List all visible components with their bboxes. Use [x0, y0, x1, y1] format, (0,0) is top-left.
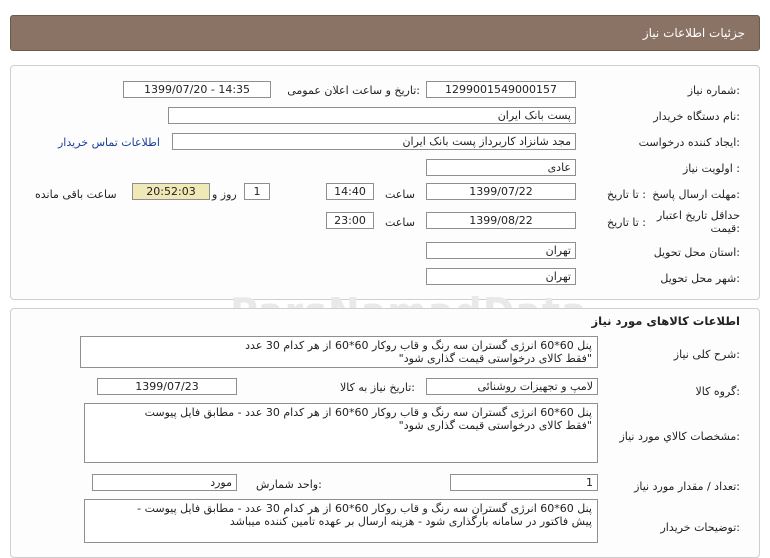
buyer-org-label: نام دستگاه خریدار:: [653, 110, 740, 123]
unit-label: واحد شمارش:: [256, 478, 322, 491]
need-info-panel: [10, 65, 760, 300]
creator-label: ایجاد کننده درخواست:: [638, 136, 740, 149]
deadline-date-field: 1399/07/22: [426, 183, 576, 200]
quantity-field: 1: [450, 474, 598, 491]
summary-line-2: "فقط کالای درخواستی قیمت گذاری شود": [398, 352, 592, 365]
spec-line-2: "فقط کالای درخواستی قیمت گذاری شود": [398, 419, 592, 432]
buyer-notes-label: توضیحات خریدار:: [660, 521, 741, 534]
page-title: جزئیات اطلاعات نیاز: [642, 26, 745, 40]
city-label: شهر محل تحویل:: [660, 272, 740, 285]
city-field: تهران: [426, 268, 576, 285]
days-field: 1: [244, 183, 270, 200]
spec-textarea: پنل 60*60 انرژی گستران سه رنگ و قاب روکا…: [84, 403, 598, 463]
remaining-label: ساعت باقی مانده: [35, 188, 117, 201]
need-number-label: شماره نیاز:: [687, 84, 740, 97]
buyer-org-field: پست بانک ایران: [168, 107, 576, 124]
summary-line-1: پنل 60*60 انرژی گستران سه رنگ و قاب روکا…: [245, 339, 592, 352]
notes-line-2: پیش فاکتور در سامانه بارگذاری شود - هزین…: [229, 515, 592, 528]
spec-line-1: پنل 60*60 انرژی گستران سه رنگ و قاب روکا…: [144, 406, 592, 419]
days-label: روز و: [212, 188, 237, 201]
creator-field: مجد شانزاد کاربرداز پست بانک ایران: [172, 133, 576, 150]
need-date-field: 1399/07/23: [97, 378, 237, 395]
announce-date-label: تاریخ و ساعت اعلان عمومی:: [287, 84, 420, 97]
priority-field: عادی: [426, 159, 576, 176]
unit-field: مورد: [92, 474, 237, 491]
province-field: تهران: [426, 242, 576, 259]
price-valid-until-label: تا تاریخ :: [607, 216, 646, 229]
deadline-label: مهلت ارسال پاسخ:: [652, 188, 740, 201]
price-valid-date-field: 1399/08/22: [426, 212, 576, 229]
goods-group-label: گروه کالا:: [695, 385, 740, 398]
province-label: استان محل تحویل:: [653, 246, 740, 259]
quantity-label: تعداد / مقدار مورد نیاز:: [634, 480, 740, 493]
need-number-field: 1299001549000157: [426, 81, 576, 98]
price-valid-label: حداقل تاریخ اعتبار قیمت:: [656, 209, 740, 235]
announce-date-field: 1399/07/20 - 14:35: [123, 81, 271, 98]
buyer-notes-textarea: پنل 60*60 انرژی گستران سه رنگ و قاب روکا…: [84, 499, 598, 543]
goods-section-title: اطلاعات کالاهای مورد نیاز: [591, 314, 740, 328]
deadline-time-label: ساعت: [385, 188, 415, 201]
need-date-label: تاریخ نیاز به کالا:: [340, 381, 415, 394]
remaining-time-field: 20:52:03: [132, 183, 210, 200]
summary-label: شرح کلی نیاز:: [673, 348, 740, 361]
deadline-until-label: تا تاریخ :: [607, 188, 646, 201]
priority-label: اولویت نیاز :: [682, 162, 740, 175]
price-valid-time-label: ساعت: [385, 216, 415, 229]
goods-group-field: لامپ و تجهیزات روشنائی: [426, 378, 598, 395]
spec-label: مشخصات کالاي مورد نیاز:: [619, 430, 740, 443]
summary-textarea: پنل 60*60 انرژی گستران سه رنگ و قاب روکا…: [80, 336, 598, 368]
buyer-contact-link[interactable]: اطلاعات تماس خریدار: [58, 136, 160, 149]
notes-line-1: پنل 60*60 انرژی گستران سه رنگ و قاب روکا…: [137, 502, 592, 515]
deadline-time-field: 14:40: [326, 183, 374, 200]
price-valid-time-field: 23:00: [326, 212, 374, 229]
page-header: جزئیات اطلاعات نیاز: [10, 15, 760, 51]
